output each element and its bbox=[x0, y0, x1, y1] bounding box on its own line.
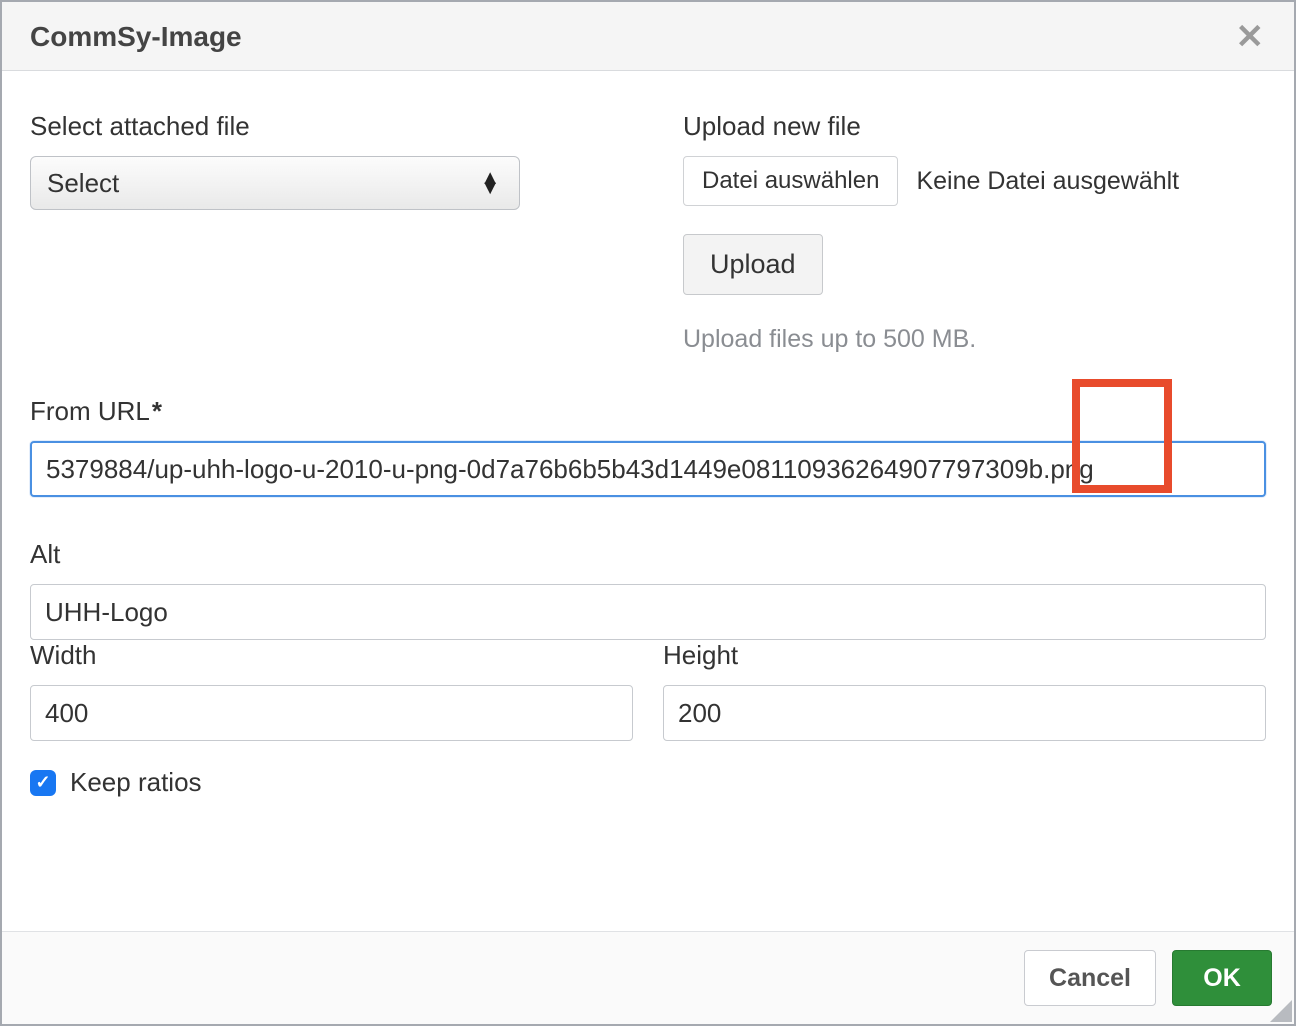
width-label: Width bbox=[30, 640, 633, 671]
upload-button[interactable]: Upload bbox=[683, 234, 823, 295]
from-url-input[interactable] bbox=[30, 441, 1266, 497]
close-icon[interactable]: ✕ bbox=[1230, 20, 1271, 54]
keep-ratios-row: ✓ Keep ratios bbox=[30, 767, 1266, 798]
attached-file-label: Select attached file bbox=[30, 111, 613, 142]
dialog-body: Select attached file Select ▲▼ Upload ne… bbox=[2, 71, 1294, 931]
alt-label: Alt bbox=[30, 539, 1266, 570]
url-section: From URL bbox=[30, 396, 1266, 497]
upload-hint: Upload files up to 500 MB. bbox=[683, 325, 1266, 354]
width-input[interactable] bbox=[30, 685, 633, 741]
keep-ratios-checkbox[interactable]: ✓ bbox=[30, 770, 56, 796]
width-col: Width bbox=[30, 640, 633, 741]
height-label: Height bbox=[663, 640, 1266, 671]
upload-col: Upload new file Datei auswählen Keine Da… bbox=[683, 111, 1266, 354]
dialog-title: CommSy-Image bbox=[30, 21, 242, 53]
resize-handle-icon[interactable] bbox=[1270, 1000, 1292, 1022]
attached-file-select[interactable]: Select ▲▼ bbox=[30, 156, 520, 210]
from-url-label: From URL bbox=[30, 396, 1266, 427]
keep-ratios-label: Keep ratios bbox=[70, 767, 202, 798]
height-col: Height bbox=[663, 640, 1266, 741]
attached-file-select-button[interactable]: Select bbox=[30, 156, 520, 210]
upload-label: Upload new file bbox=[683, 111, 1266, 142]
cancel-button[interactable]: Cancel bbox=[1024, 950, 1156, 1006]
choose-file-button[interactable]: Datei auswählen bbox=[683, 156, 898, 206]
top-row: Select attached file Select ▲▼ Upload ne… bbox=[30, 111, 1266, 354]
file-status: Keine Datei ausgewählt bbox=[916, 167, 1179, 196]
alt-section: Alt bbox=[30, 539, 1266, 640]
commsy-image-dialog: CommSy-Image ✕ Select attached file Sele… bbox=[0, 0, 1296, 1026]
file-row: Datei auswählen Keine Datei ausgewählt bbox=[683, 156, 1266, 206]
attached-file-col: Select attached file Select ▲▼ bbox=[30, 111, 613, 354]
dimensions-row: Width Height bbox=[30, 640, 1266, 741]
alt-input[interactable] bbox=[30, 584, 1266, 640]
ok-button[interactable]: OK bbox=[1172, 950, 1272, 1006]
height-input[interactable] bbox=[663, 685, 1266, 741]
dialog-footer: Cancel OK bbox=[2, 931, 1294, 1024]
dialog-titlebar: CommSy-Image ✕ bbox=[2, 2, 1294, 71]
